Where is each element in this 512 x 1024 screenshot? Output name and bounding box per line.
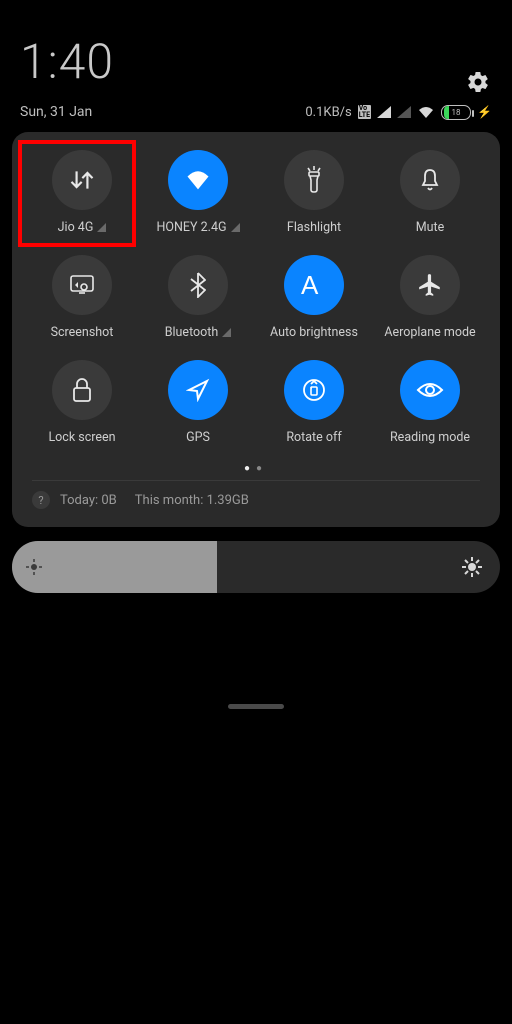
tile-label: HONEY 2.4G	[156, 220, 239, 235]
settings-button[interactable]	[466, 70, 490, 94]
wifi-icon	[417, 105, 435, 119]
status-right: 0.1KB/s VoLTE 18 ⚡	[305, 105, 492, 120]
tile-label: Flashlight	[287, 220, 341, 235]
svg-text:A: A	[301, 272, 319, 298]
tile-mute[interactable]: Mute	[372, 150, 488, 235]
bluetooth-icon	[168, 255, 228, 315]
gear-icon	[466, 70, 490, 94]
tile-label: Bluetooth	[165, 325, 232, 340]
tile-screenshot[interactable]: Screenshot	[24, 255, 140, 340]
charging-icon: ⚡	[477, 105, 492, 119]
tile-label: Lock screen	[48, 430, 115, 445]
autobright-icon: A	[284, 255, 344, 315]
wifi-icon	[168, 150, 228, 210]
signal-icon-2	[397, 106, 411, 118]
gesture-handle[interactable]	[228, 704, 284, 709]
data-usage-row[interactable]: ? Today: 0B This month: 1.39GB	[18, 491, 494, 513]
page-dots[interactable]: ●●	[18, 453, 494, 480]
tile-label: Auto brightness	[270, 325, 358, 340]
lockscreen-icon	[52, 360, 112, 420]
tile-label: Mute	[416, 220, 445, 235]
signal-mini-icon	[97, 223, 106, 232]
signal-mini-icon	[222, 328, 231, 337]
divider	[32, 480, 480, 481]
tile-rotate[interactable]: Rotate off	[256, 360, 372, 445]
tile-label: GPS	[186, 430, 210, 445]
brightness-high-icon	[462, 557, 482, 577]
help-icon: ?	[32, 491, 50, 509]
mobile-data-icon	[52, 150, 112, 210]
tile-lockscreen[interactable]: Lock screen	[24, 360, 140, 445]
airplane-icon	[400, 255, 460, 315]
clock-time: 1:40	[20, 38, 492, 86]
tile-autobright[interactable]: A Auto brightness	[256, 255, 372, 340]
tile-label: Screenshot	[51, 325, 114, 340]
tile-label: Jio 4G	[58, 220, 107, 235]
tile-label: Aeroplane mode	[384, 325, 475, 340]
quick-settings-panel: Jio 4G HONEY 2.4G Flashlight Mute Screenshot…	[12, 132, 500, 527]
volte-icon: VoLTE	[358, 105, 371, 119]
signal-mini-icon	[231, 223, 240, 232]
tile-label: Reading mode	[390, 430, 470, 445]
tile-airplane[interactable]: Aeroplane mode	[372, 255, 488, 340]
battery-icon: 18	[441, 105, 471, 120]
flashlight-icon	[284, 150, 344, 210]
usage-today: Today: 0B	[60, 493, 117, 508]
tile-label: Rotate off	[286, 430, 341, 445]
signal-icon	[377, 106, 391, 118]
reading-icon	[400, 360, 460, 420]
tile-flashlight[interactable]: Flashlight	[256, 150, 372, 235]
net-speed: 0.1KB/s	[305, 105, 351, 120]
mute-icon	[400, 150, 460, 210]
gps-icon	[168, 360, 228, 420]
tile-wifi[interactable]: HONEY 2.4G	[140, 150, 256, 235]
screenshot-icon	[52, 255, 112, 315]
tile-bluetooth[interactable]: Bluetooth	[140, 255, 256, 340]
rotate-icon	[284, 360, 344, 420]
tile-gps[interactable]: GPS	[140, 360, 256, 445]
status-date: Sun, 31 Jan	[20, 104, 92, 120]
tile-reading[interactable]: Reading mode	[372, 360, 488, 445]
brightness-low-icon	[26, 559, 42, 575]
tile-mobile-data[interactable]: Jio 4G	[24, 150, 140, 235]
brightness-slider[interactable]	[12, 541, 500, 593]
usage-month: This month: 1.39GB	[135, 493, 249, 508]
